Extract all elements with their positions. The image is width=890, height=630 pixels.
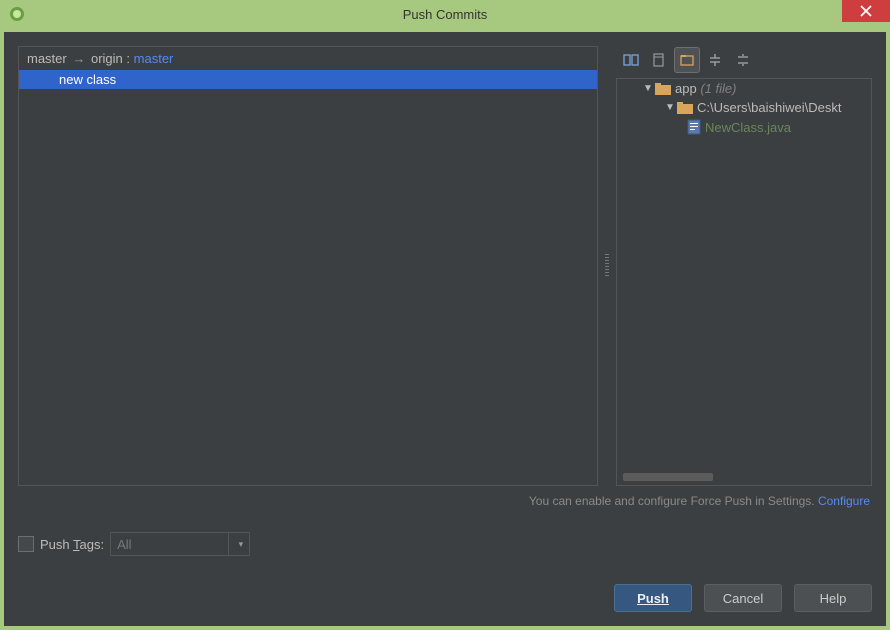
- branch-row[interactable]: master → origin : master: [19, 47, 597, 70]
- group-by-directory-button[interactable]: [674, 47, 700, 73]
- folder-icon: [655, 82, 671, 96]
- tree-path-label: C:\Users\baishiwei\Deskt: [697, 100, 842, 115]
- chevron-down-icon[interactable]: ▼: [663, 102, 677, 113]
- push-tags-label: Push Tags:: [40, 537, 104, 552]
- hint-text: You can enable and configure Force Push …: [529, 494, 818, 508]
- splitter[interactable]: [604, 46, 610, 486]
- expand-all-button[interactable]: [702, 47, 728, 73]
- panels-row: master → origin : master new class: [18, 46, 872, 486]
- local-branch: master: [27, 51, 67, 66]
- remote-branch: master: [134, 51, 174, 66]
- button-row: Push Cancel Help: [18, 584, 872, 612]
- push-tags-value: All: [117, 537, 131, 552]
- collapse-all-button[interactable]: [730, 47, 756, 73]
- tree-path-row[interactable]: ▼ C:\Users\baishiwei\Deskt: [617, 98, 871, 117]
- tree-root-row[interactable]: ▼ app (1 file): [617, 79, 871, 98]
- arrow-icon: →: [70, 51, 87, 66]
- diff-icon-button[interactable]: [618, 47, 644, 73]
- push-tags-select[interactable]: All ▾: [110, 532, 250, 556]
- commit-item[interactable]: new class: [19, 70, 597, 89]
- chevron-down-icon: ▾: [239, 539, 244, 550]
- separator: :: [126, 51, 130, 66]
- splitter-handle-icon: [605, 254, 609, 278]
- files-toolbar: [616, 46, 872, 74]
- help-button[interactable]: Help: [794, 584, 872, 612]
- files-panel: ▼ app (1 file) ▼ C:\Users\baishiwei\Desk…: [616, 46, 872, 486]
- tree-file-row[interactable]: NewClass.java: [617, 117, 871, 137]
- revert-icon-button[interactable]: [646, 47, 672, 73]
- tree-file-label: NewClass.java: [705, 120, 791, 135]
- push-button[interactable]: Push: [614, 584, 692, 612]
- push-tags-checkbox[interactable]: [18, 536, 34, 552]
- close-button[interactable]: [842, 0, 890, 22]
- chevron-down-icon[interactable]: ▼: [641, 83, 655, 94]
- cancel-button[interactable]: Cancel: [704, 584, 782, 612]
- tree-root-count: (1 file): [700, 81, 736, 96]
- app-icon: [8, 5, 26, 23]
- folder-icon: [677, 101, 693, 115]
- tree-root-label: app: [675, 81, 697, 96]
- title-bar: Push Commits: [0, 0, 890, 28]
- configure-link[interactable]: Configure: [818, 494, 870, 508]
- push-tags-row: Push Tags: All ▾: [18, 532, 872, 556]
- horizontal-scrollbar[interactable]: [623, 473, 713, 481]
- java-file-icon: [687, 119, 701, 135]
- remote-name: origin: [91, 51, 123, 66]
- dialog-body: master → origin : master new class: [4, 32, 886, 626]
- commits-panel: master → origin : master new class: [18, 46, 598, 486]
- hint-row: You can enable and configure Force Push …: [18, 494, 872, 508]
- window-title: Push Commits: [403, 7, 488, 22]
- files-tree[interactable]: ▼ app (1 file) ▼ C:\Users\baishiwei\Desk…: [616, 78, 872, 486]
